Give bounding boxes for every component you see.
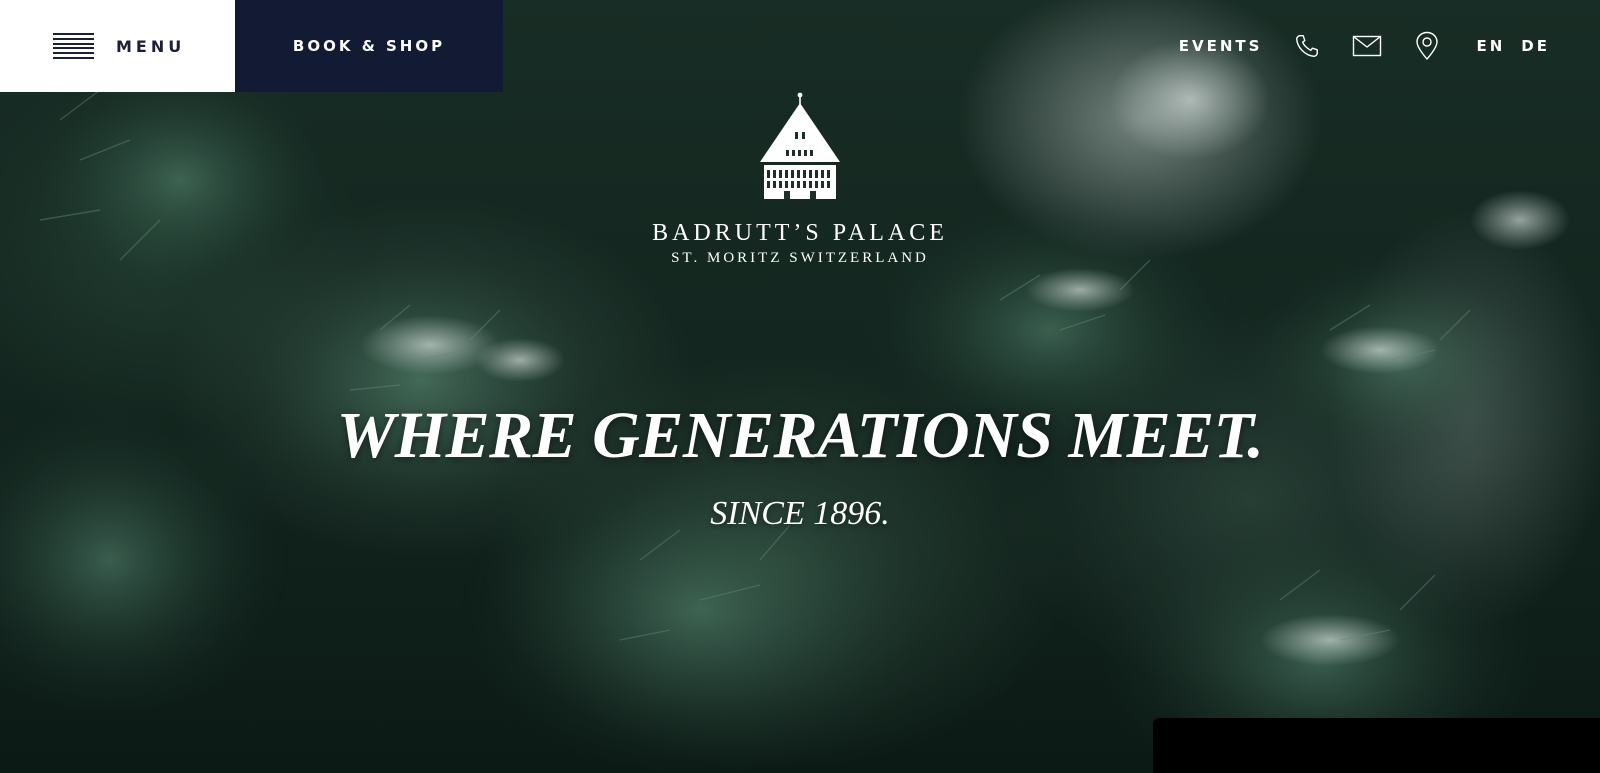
lang-en-link[interactable]: EN [1476, 37, 1505, 55]
hotel-logo[interactable]: BADRUTT’S PALACE ST. MORITZ SWITZERLAND [600, 92, 1000, 272]
menu-button[interactable]: MENU [0, 0, 235, 92]
top-right-nav: EVENTS EN DE [1179, 28, 1550, 64]
brand-name: BADRUTT’S PALACE [652, 220, 948, 246]
menu-label: MENU [116, 36, 186, 56]
language-switcher: EN DE [1476, 37, 1550, 55]
palace-tower-logo-icon [760, 92, 840, 199]
phone-icon[interactable] [1292, 31, 1322, 61]
lang-de-link[interactable]: DE [1521, 37, 1550, 55]
mail-icon[interactable] [1352, 31, 1382, 61]
bottom-right-panel [1153, 718, 1600, 773]
book-and-shop-button[interactable]: BOOK & SHOP [235, 0, 503, 92]
hamburger-icon [53, 33, 94, 59]
brand-location: ST. MORITZ SWITZERLAND [671, 250, 929, 266]
location-pin-icon[interactable] [1412, 31, 1442, 61]
hero-subline: SINCE 1896. [710, 495, 890, 532]
hero-headline: WHERE GENERATIONS MEET. [336, 399, 1264, 472]
events-link[interactable]: EVENTS [1179, 37, 1263, 55]
